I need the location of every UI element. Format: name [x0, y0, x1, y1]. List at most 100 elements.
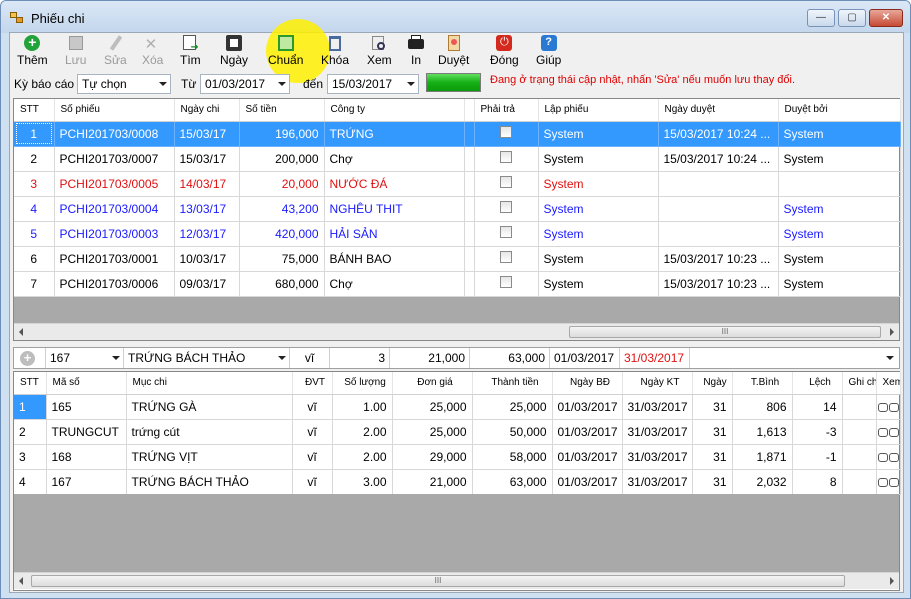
- master-hscrollbar[interactable]: III: [14, 323, 899, 340]
- from-date-picker[interactable]: 01/03/2017: [200, 74, 290, 94]
- toolbar-button-save[interactable]: Lưu: [65, 35, 86, 69]
- toolbar-button-lock[interactable]: Khóa: [321, 35, 349, 69]
- master-col-header[interactable]: Ngày duyệt: [658, 99, 779, 122]
- table-row[interactable]: 4 PCHI201703/0004 13/03/17 43,200 NGHÊU THIT…: [14, 196, 901, 222]
- toolbar-label: Khóa: [321, 53, 350, 67]
- toolbar-button-find[interactable]: ➜ Tìm: [180, 35, 201, 69]
- scroll-thumb[interactable]: III: [569, 326, 881, 338]
- scroll-left-icon[interactable]: [19, 577, 23, 585]
- glasses-icon[interactable]: [877, 426, 899, 437]
- toolbar-button-approve[interactable]: Chuẩn: [268, 35, 303, 69]
- cell-duyet-boi: System: [778, 121, 901, 147]
- detail-col-header[interactable]: Ngày KT: [622, 372, 693, 395]
- toolbar-button-power[interactable]: ⏻ Đóng: [490, 35, 519, 69]
- table-row[interactable]: 6 PCHI201703/0001 10/03/17 75,000 BÁNH BAO Sy…: [14, 246, 901, 272]
- detail-col-header[interactable]: ĐVT: [292, 372, 333, 395]
- payable-checkbox[interactable]: [500, 201, 512, 213]
- entry-note-select[interactable]: [690, 348, 899, 368]
- cell-lech: -3: [792, 419, 843, 445]
- master-col-header[interactable]: Phải trả: [474, 99, 539, 122]
- payable-checkbox[interactable]: [500, 276, 512, 288]
- toolbar-button-add[interactable]: + Thêm: [17, 35, 48, 69]
- master-col-header[interactable]: Công ty: [324, 99, 465, 122]
- glasses-icon[interactable]: [877, 476, 899, 487]
- cell-duyet-boi: System: [778, 246, 901, 272]
- cell-ngay-duyet: [658, 196, 779, 222]
- toolbar-button-help[interactable]: ? Giúp: [536, 35, 561, 69]
- add-line-button[interactable]: +: [14, 348, 46, 368]
- detail-col-header[interactable]: Ngày BĐ: [552, 372, 623, 395]
- entry-quantity[interactable]: 3: [330, 348, 390, 368]
- entry-price[interactable]: 21,000: [390, 348, 470, 368]
- maximize-button[interactable]: ▢: [838, 9, 866, 27]
- title-bar[interactable]: Phiếu chi — ▢ ✕: [1, 1, 910, 33]
- table-row[interactable]: 1 165 TRỨNG GÀ vĩ 1.00 25,000 25,000 01/03/2017…: [14, 394, 901, 420]
- cell-lech: 14: [792, 394, 843, 420]
- detail-col-header[interactable]: Ghi chú: [842, 372, 877, 395]
- table-row[interactable]: 3 PCHI201703/0005 14/03/17 20,000 NƯỚC ĐÁ Sys…: [14, 171, 901, 197]
- toolbar-button-approve-doc[interactable]: Duyệt: [438, 35, 469, 69]
- scroll-right-icon[interactable]: [890, 328, 894, 336]
- master-col-header[interactable]: Lập phiếu: [538, 99, 659, 122]
- cell-lech: 8: [792, 469, 843, 495]
- payable-checkbox[interactable]: [500, 226, 512, 238]
- detail-col-header[interactable]: Xem: [876, 372, 901, 395]
- detail-col-header[interactable]: Ngày: [692, 372, 733, 395]
- toolbar-button-calendar[interactable]: Ngày: [220, 35, 248, 69]
- scroll-thumb[interactable]: III: [31, 575, 845, 587]
- table-row[interactable]: 1 PCHI201703/0008 15/03/17 196,000 TRỨNG Syst…: [14, 121, 901, 147]
- payable-checkbox[interactable]: [500, 151, 512, 163]
- master-col-header[interactable]: [464, 99, 475, 122]
- toolbar-button-delete[interactable]: ✕ Xóa: [142, 35, 163, 69]
- payable-checkbox-cell: [474, 246, 539, 272]
- glasses-icon[interactable]: [877, 401, 899, 412]
- detail-col-header[interactable]: STT: [14, 372, 47, 395]
- detail-col-header[interactable]: Lệch: [792, 372, 843, 395]
- detail-col-header[interactable]: Số lượng: [332, 372, 393, 395]
- master-table: STT Số phiếu Ngày chi Số tiền Công ty Phải tr…: [14, 99, 901, 297]
- cell-so-tien: 75,000: [239, 246, 325, 272]
- master-col-header[interactable]: Duyệt bởi: [778, 99, 901, 122]
- payable-checkbox[interactable]: [500, 176, 512, 188]
- entry-unit[interactable]: vĩ: [290, 348, 330, 368]
- scroll-right-icon[interactable]: [890, 577, 894, 585]
- detail-col-header[interactable]: Mục chi: [126, 372, 293, 395]
- table-row[interactable]: 2 PCHI201703/0007 15/03/17 200,000 Chợ System…: [14, 146, 901, 172]
- lock-icon: [326, 35, 344, 52]
- spacer-cell: [464, 171, 475, 197]
- entry-start-date[interactable]: 01/03/2017: [550, 348, 620, 368]
- cell-ngay-kt: 31/03/2017: [622, 444, 693, 470]
- progress-bar: [426, 73, 481, 92]
- table-row[interactable]: 5 PCHI201703/0003 12/03/17 420,000 HẢI SẢN Sy…: [14, 221, 901, 247]
- toolbar-button-edit[interactable]: Sửa: [104, 35, 127, 69]
- detail-col-header[interactable]: Đơn giá: [392, 372, 473, 395]
- cell-dvt: vĩ: [292, 394, 333, 420]
- payable-checkbox[interactable]: [500, 251, 512, 263]
- detail-col-header[interactable]: Mã số: [46, 372, 127, 395]
- glasses-icon[interactable]: [877, 451, 899, 462]
- table-row[interactable]: 2 TRUNGCUT trứng cút vĩ 2.00 25,000 50,000 01/0…: [14, 419, 901, 445]
- entry-end-date[interactable]: 31/03/2017: [620, 348, 690, 368]
- close-button[interactable]: ✕: [869, 9, 903, 27]
- master-col-header[interactable]: STT: [14, 99, 55, 122]
- minimize-button[interactable]: —: [807, 9, 835, 27]
- cell-stt: 3: [14, 444, 47, 470]
- detail-hscrollbar[interactable]: III: [14, 572, 899, 589]
- master-col-header[interactable]: Số tiền: [239, 99, 325, 122]
- cell-muc-chi: TRỨNG VỊT: [126, 444, 293, 470]
- table-row[interactable]: 7 PCHI201703/0006 09/03/17 680,000 Chợ System…: [14, 271, 901, 297]
- toolbar-button-print[interactable]: In: [407, 35, 425, 69]
- toolbar-button-view[interactable]: Xem: [367, 35, 392, 69]
- table-row[interactable]: 3 168 TRỨNG VỊT vĩ 2.00 29,000 58,000 01/03/201…: [14, 444, 901, 470]
- payable-checkbox[interactable]: [500, 126, 512, 138]
- entry-item-select[interactable]: TRỨNG BÁCH THẢO: [124, 348, 290, 368]
- entry-code-select[interactable]: 167: [46, 348, 124, 368]
- detail-col-header[interactable]: Thành tiền: [472, 372, 553, 395]
- period-select[interactable]: Tự chọn: [77, 74, 171, 94]
- master-col-header[interactable]: Ngày chi: [174, 99, 240, 122]
- to-date-picker[interactable]: 15/03/2017: [327, 74, 419, 94]
- detail-col-header[interactable]: T.Bình: [732, 372, 793, 395]
- master-col-header[interactable]: Số phiếu: [54, 99, 175, 122]
- scroll-left-icon[interactable]: [19, 328, 23, 336]
- table-row[interactable]: 4 167 TRỨNG BÁCH THẢO vĩ 3.00 21,000 63,000 01/…: [14, 469, 901, 495]
